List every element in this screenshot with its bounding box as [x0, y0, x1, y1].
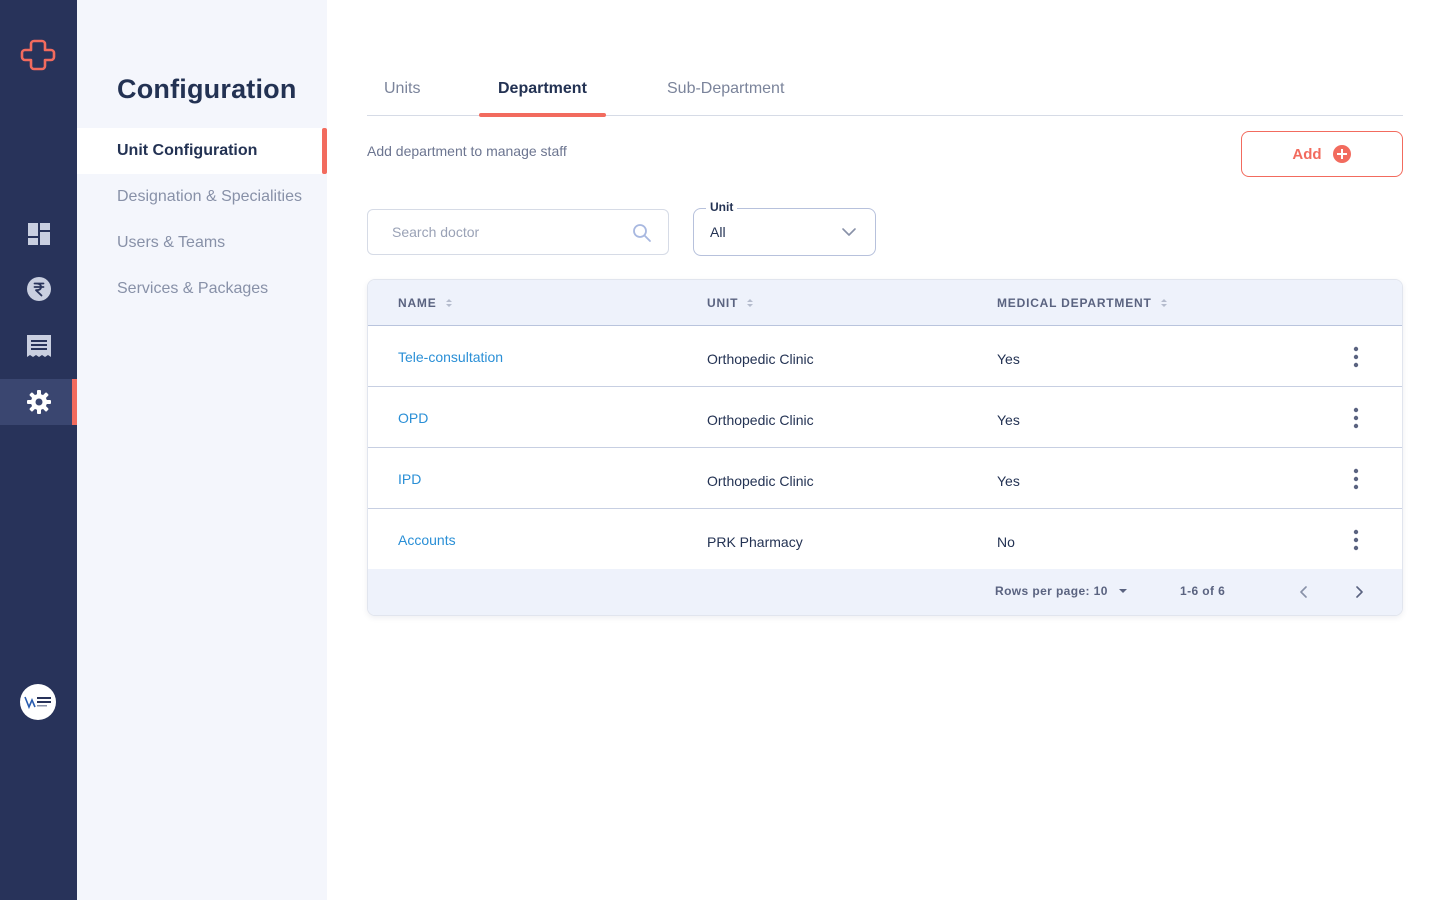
table-pagination: Rows per page: 10 1-6 of 6	[368, 569, 1402, 615]
config-sidebar: Configuration Unit Configuration Designa…	[77, 0, 327, 900]
more-vertical-icon	[1353, 407, 1359, 429]
rail-item-settings[interactable]	[0, 379, 77, 425]
icon-rail	[0, 0, 77, 900]
rupee-icon	[26, 277, 51, 301]
table-row: OPD Orthopedic Clinic Yes	[368, 387, 1402, 448]
unit-cell: Orthopedic Clinic	[707, 473, 814, 489]
tab-bar: Units Department Sub-Department	[365, 62, 1403, 117]
department-table: NAME UNIT MEDICAL DEPARTMENT Tele-consul…	[367, 279, 1403, 616]
search-input[interactable]	[368, 210, 628, 254]
row-actions-button[interactable]	[1346, 346, 1366, 368]
unit-cell: Orthopedic Clinic	[707, 412, 814, 428]
chevron-right-icon	[1356, 586, 1363, 598]
column-header-label: MEDICAL DEPARTMENT	[997, 296, 1152, 310]
row-actions-button[interactable]	[1346, 468, 1366, 490]
section-description: Add department to manage staff	[367, 143, 567, 159]
search-icon[interactable]	[632, 223, 652, 243]
sidebar-item-services-packages[interactable]: Services & Packages	[77, 266, 327, 312]
unit-cell: PRK Pharmacy	[707, 534, 803, 550]
more-vertical-icon	[1353, 346, 1359, 368]
add-button-label: Add	[1292, 145, 1322, 163]
main-content: Units Department Sub-Department Add depa…	[367, 0, 1403, 900]
unit-filter-value: All	[710, 224, 726, 240]
plus-circle-icon	[1332, 145, 1351, 163]
department-name-link[interactable]: Tele-consultation	[398, 349, 503, 365]
tab-department[interactable]: Department	[479, 62, 606, 117]
search-box	[367, 209, 669, 255]
unit-cell: Orthopedic Clinic	[707, 351, 814, 367]
rows-per-page-label: Rows per page: 10	[995, 584, 1108, 598]
receipt-icon	[26, 335, 51, 357]
tab-units[interactable]: Units	[365, 62, 439, 116]
org-avatar[interactable]	[20, 684, 56, 720]
medical-department-cell: Yes	[997, 412, 1020, 428]
rail-item-dashboard[interactable]	[0, 211, 77, 257]
column-header-medical-department[interactable]: MEDICAL DEPARTMENT	[997, 280, 1168, 326]
chevron-down-icon	[842, 228, 856, 236]
row-actions-button[interactable]	[1346, 529, 1366, 551]
table-header: NAME UNIT MEDICAL DEPARTMENT	[368, 280, 1402, 326]
table-row: Accounts PRK Pharmacy No	[368, 509, 1402, 570]
department-name-link[interactable]: Accounts	[398, 532, 456, 548]
rows-per-page-select[interactable]: Rows per page: 10	[995, 584, 1128, 598]
medical-department-cell: Yes	[997, 351, 1020, 367]
sort-icon	[445, 299, 452, 307]
pagination-range: 1-6 of 6	[1180, 584, 1226, 598]
department-name-link[interactable]: OPD	[398, 410, 428, 426]
caret-down-icon	[1118, 589, 1127, 593]
medical-cross-logo-icon[interactable]	[20, 37, 56, 73]
column-header-name[interactable]: NAME	[398, 280, 453, 326]
medical-department-cell: Yes	[997, 473, 1020, 489]
column-header-label: NAME	[398, 296, 437, 310]
unit-filter-label: Unit	[706, 200, 738, 214]
sidebar-item-designation-specialities[interactable]: Designation & Specialities	[77, 174, 327, 220]
medical-department-cell: No	[997, 534, 1015, 550]
more-vertical-icon	[1353, 529, 1359, 551]
column-header-unit[interactable]: UNIT	[707, 280, 754, 326]
sort-icon	[747, 299, 754, 307]
gear-icon	[26, 390, 51, 414]
sort-icon	[1160, 299, 1167, 307]
row-actions-button[interactable]	[1346, 407, 1366, 429]
table-row: Tele-consultation Orthopedic Clinic Yes	[368, 326, 1402, 387]
org-logo-icon	[24, 696, 51, 710]
rail-item-billing[interactable]	[0, 266, 77, 312]
department-name-link[interactable]: IPD	[398, 471, 421, 487]
add-department-button[interactable]: Add	[1241, 131, 1403, 177]
sidebar-item-unit-configuration[interactable]: Unit Configuration	[77, 128, 327, 174]
tab-sub-department[interactable]: Sub-Department	[648, 62, 803, 116]
previous-page-button[interactable]	[1294, 582, 1314, 602]
page-title: Configuration	[117, 74, 297, 104]
chevron-left-icon	[1300, 586, 1307, 598]
next-page-button[interactable]	[1349, 582, 1369, 602]
dashboard-icon	[27, 223, 50, 245]
rail-item-receipts[interactable]	[0, 323, 77, 369]
table-row: IPD Orthopedic Clinic Yes	[368, 448, 1402, 509]
column-header-label: UNIT	[707, 296, 739, 310]
sidebar-item-users-teams[interactable]: Users & Teams	[77, 220, 327, 266]
more-vertical-icon	[1353, 468, 1359, 490]
unit-filter-select[interactable]: Unit All	[693, 200, 876, 256]
